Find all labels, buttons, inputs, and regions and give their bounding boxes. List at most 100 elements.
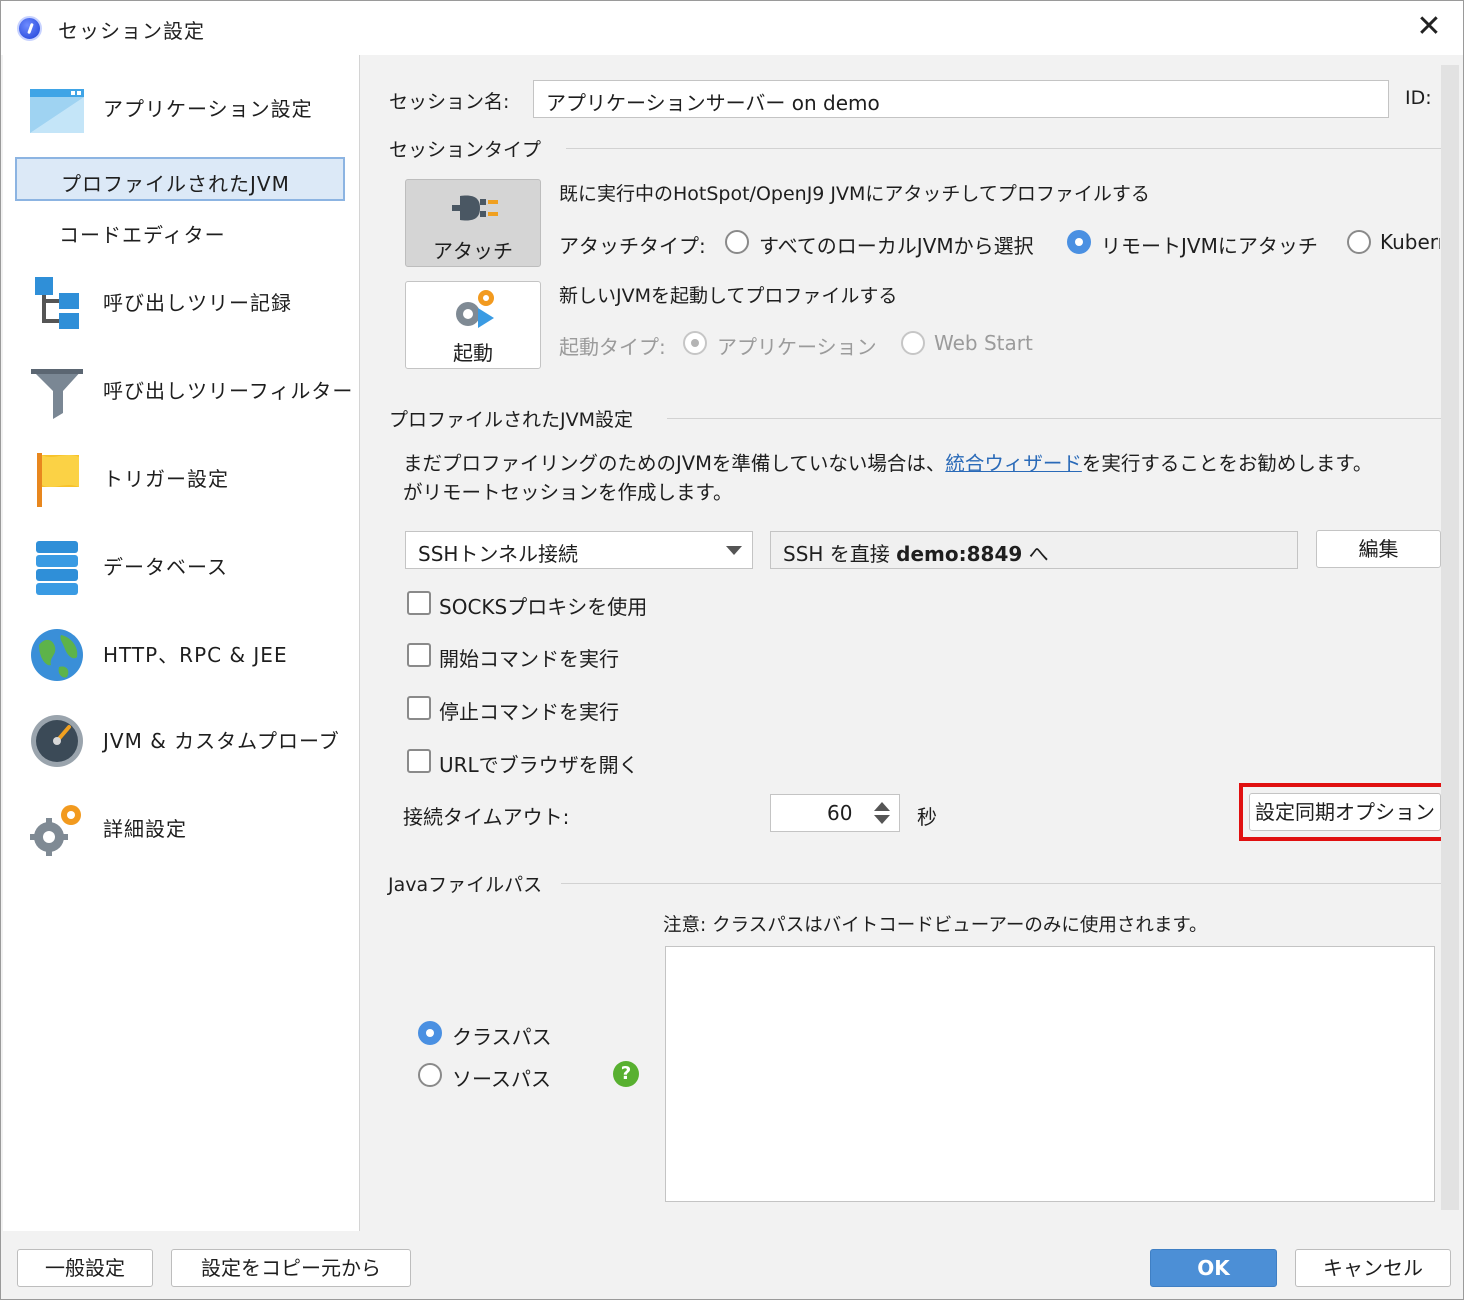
ssh-connection-summary: SSH を直接 demo:8849 へ xyxy=(770,531,1298,569)
integration-wizard-link[interactable]: 統合ウィザード xyxy=(945,452,1082,475)
cancel-button[interactable]: キャンセル xyxy=(1295,1249,1451,1287)
sidebar-item-label: 呼び出しツリー記録 xyxy=(103,291,292,315)
funnel-icon xyxy=(31,369,83,419)
path-list-area[interactable] xyxy=(665,946,1435,1202)
info-text-before: まだプロファイリングのためのJVMを準備していない場合は、 xyxy=(403,452,946,475)
socks-proxy-checkbox[interactable] xyxy=(407,591,431,615)
connection-type-value: SSHトンネル接続 xyxy=(418,542,579,566)
sidebar-item-advanced-settings[interactable]: 詳細設定 xyxy=(3,797,360,857)
panel-scrollbar[interactable] xyxy=(1441,65,1459,1210)
section-divider xyxy=(667,418,1441,419)
sidebar-item-application-settings[interactable]: アプリケーション設定 xyxy=(3,77,360,137)
attach-type-kubernetes-radio[interactable] xyxy=(1347,230,1371,254)
sidebar-item-call-tree-filter[interactable]: 呼び出しツリーフィルター xyxy=(3,359,360,419)
copy-settings-button[interactable]: 設定をコピー元から xyxy=(171,1249,411,1287)
gauge-icon xyxy=(31,715,83,767)
attach-type-label: アタッチタイプ: xyxy=(559,234,706,258)
attach-tile-label: アタッチ xyxy=(433,239,513,263)
attach-type-kubernetes-label: Kuberr xyxy=(1380,230,1440,254)
database-icon xyxy=(36,541,78,595)
session-settings-dialog: セッション設定 ✕ アプリケーション設定 プロファイルされたJVM コードエディ… xyxy=(0,0,1464,1300)
sync-options-button[interactable]: 設定同期オプション xyxy=(1249,793,1441,831)
application-window-icon xyxy=(30,89,84,133)
attach-type-remote-radio[interactable] xyxy=(1067,230,1091,254)
sidebar-item-call-tree-recording[interactable]: 呼び出しツリー記録 xyxy=(3,271,360,331)
profiled-jvm-panel: セッション名: アプリケーションサーバー on demo ID: セッションタイ… xyxy=(361,55,1463,1231)
connection-timeout-spinner[interactable]: 60 xyxy=(770,794,900,832)
ssh-host: demo:8849 xyxy=(896,542,1023,566)
classpath-note: 注意: クラスパスはバイトコードビューアーのみに使用されます。 xyxy=(663,915,1208,936)
launch-type-webstart-radio[interactable] xyxy=(901,331,925,355)
launch-type-webstart-label: Web Start xyxy=(934,331,1033,355)
close-icon[interactable]: ✕ xyxy=(1413,11,1445,43)
launch-type-application-label: アプリケーション xyxy=(717,335,877,359)
sidebar-item-label: プロファイルされたJVM xyxy=(61,172,290,196)
socks-proxy-label: SOCKSプロキシを使用 xyxy=(439,595,648,619)
launch-description: 新しいJVMを起動してプロファイルする xyxy=(559,285,898,307)
settings-sidebar: アプリケーション設定 プロファイルされたJVM コードエディター 呼び出しツリー… xyxy=(3,55,360,1231)
launch-tile-label: 起動 xyxy=(453,341,493,365)
plug-icon xyxy=(452,195,498,221)
sourcepath-radio[interactable] xyxy=(418,1063,442,1087)
call-tree-icon xyxy=(35,277,79,329)
ssh-summary-prefix: SSH を直接 xyxy=(783,542,897,566)
sidebar-item-profiled-jvm[interactable]: プロファイルされたJVM xyxy=(15,157,345,201)
app-logo-icon xyxy=(17,16,42,41)
sidebar-item-label: データベース xyxy=(103,555,228,579)
timeout-unit-label: 秒 xyxy=(917,805,937,829)
launch-type-application-radio[interactable] xyxy=(683,331,707,355)
sidebar-item-label: トリガー設定 xyxy=(103,467,229,491)
launch-gears-icon xyxy=(456,290,494,328)
classpath-label: クラスパス xyxy=(452,1025,552,1049)
attach-type-local-label: すべてのローカルJVMから選択 xyxy=(759,234,1034,258)
integration-info-text-line2: がリモートセッションを作成します。 xyxy=(403,481,733,504)
sidebar-item-label: 呼び出しツリーフィルター xyxy=(103,379,354,403)
open-browser-label: URLでブラウザを開く xyxy=(439,753,639,777)
spinner-arrows-icon[interactable] xyxy=(871,799,893,827)
integration-info-text: まだプロファイリングのためのJVMを準備していない場合は、統合ウィザードを実行す… xyxy=(403,447,1441,476)
gears-icon xyxy=(30,805,81,856)
edit-button[interactable]: 編集 xyxy=(1316,530,1441,568)
connection-timeout-label: 接続タイムアウト: xyxy=(403,805,570,829)
section-divider xyxy=(561,883,1441,884)
general-settings-button[interactable]: 一般設定 xyxy=(17,1249,153,1287)
connection-type-select[interactable]: SSHトンネル接続 xyxy=(405,531,753,569)
stop-command-label: 停止コマンドを実行 xyxy=(439,700,619,724)
session-id-label: ID: xyxy=(1405,87,1432,109)
help-icon[interactable]: ? xyxy=(613,1061,639,1087)
attach-description: 既に実行中のHotSpot/OpenJ9 JVMにアタッチしてプロファイルする xyxy=(559,183,1150,205)
timeout-value: 60 xyxy=(827,801,853,825)
sidebar-item-label: JVM & カスタムプローブ xyxy=(103,729,340,753)
sidebar-item-code-editor[interactable]: コードエディター xyxy=(15,210,345,254)
attach-type-local-radio[interactable] xyxy=(725,230,749,254)
sidebar-item-databases[interactable]: データベース xyxy=(3,535,360,595)
section-divider xyxy=(566,148,1441,149)
java-paths-section-title: Javaファイルパス xyxy=(388,874,543,896)
start-command-label: 開始コマンドを実行 xyxy=(439,647,619,671)
ssh-summary-suffix: へ xyxy=(1022,542,1049,566)
ok-button[interactable]: OK xyxy=(1150,1249,1277,1287)
sidebar-item-jvm-custom-probes[interactable]: JVM & カスタムプローブ xyxy=(3,709,360,769)
launch-tile-button[interactable]: 起動 xyxy=(405,281,541,369)
session-name-input[interactable]: アプリケーションサーバー on demo xyxy=(533,80,1389,118)
open-browser-checkbox[interactable] xyxy=(407,749,431,773)
sidebar-item-http-rpc-jee[interactable]: HTTP、RPC & JEE xyxy=(3,623,360,683)
start-command-checkbox[interactable] xyxy=(407,643,431,667)
jvm-settings-section-title: プロファイルされたJVM設定 xyxy=(389,409,633,431)
classpath-radio[interactable] xyxy=(418,1021,442,1045)
sidebar-item-label: HTTP、RPC & JEE xyxy=(103,643,288,667)
sidebar-item-label: アプリケーション設定 xyxy=(103,97,313,121)
info-text-after: を実行することをお勧めします。 xyxy=(1081,452,1373,475)
sidebar-item-label: 詳細設定 xyxy=(103,817,187,841)
attach-tile-button[interactable]: アタッチ xyxy=(405,179,541,267)
title-bar: セッション設定 ✕ xyxy=(1,1,1463,55)
sidebar-item-trigger-settings[interactable]: トリガー設定 xyxy=(3,447,360,507)
session-name-label: セッション名: xyxy=(389,91,510,113)
chevron-down-icon xyxy=(726,546,742,555)
stop-command-checkbox[interactable] xyxy=(407,696,431,720)
sourcepath-label: ソースパス xyxy=(452,1067,551,1091)
attach-type-remote-label: リモートJVMにアタッチ xyxy=(1101,234,1318,258)
globe-icon xyxy=(31,629,83,681)
launch-type-label: 起動タイプ: xyxy=(559,335,666,359)
flag-icon xyxy=(37,453,79,507)
